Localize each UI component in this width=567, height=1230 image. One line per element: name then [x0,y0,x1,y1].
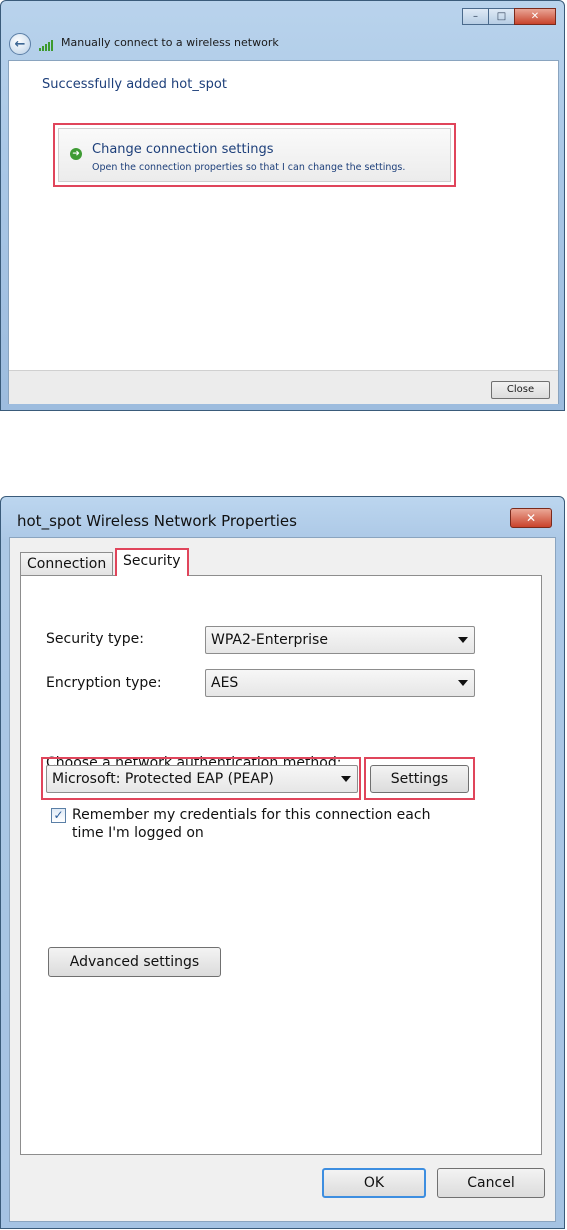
security-type-label: Security type: [46,631,144,647]
command-link-title: Change connection settings [92,142,274,157]
auth-method-select[interactable]: Microsoft: Protected EAP (PEAP) [46,765,358,793]
minimize-button[interactable]: – [462,8,489,25]
remember-credentials-label: Remember my credentials for this connect… [72,806,430,842]
auth-method-value: Microsoft: Protected EAP (PEAP) [52,771,274,787]
back-arrow-icon[interactable]: ← [9,33,31,55]
encryption-type-value: AES [211,675,239,691]
encryption-type-select[interactable]: AES [205,669,475,697]
wizard-content: Successfully added hot_spot ➜ Change con… [8,60,559,404]
connect-wizard-window: – □ ✕ ← Manually connect to a wireless n… [0,0,565,411]
success-message: Successfully added hot_spot [42,77,227,92]
change-connection-settings-link[interactable]: ➜ Change connection settings Open the co… [58,128,451,182]
settings-button[interactable]: Settings [370,765,469,793]
ok-button[interactable]: OK [322,1168,426,1198]
dropdown-arrow-icon [341,776,351,782]
wireless-signal-icon [39,37,55,51]
security-tab-panel: Security type: WPA2-Enterprise Encryptio… [20,575,542,1155]
remember-line-2: time I'm logged on [72,825,204,841]
cancel-button[interactable]: Cancel [437,1168,545,1198]
green-arrow-icon: ➜ [70,148,82,160]
dropdown-arrow-icon [458,637,468,643]
security-type-value: WPA2-Enterprise [211,632,328,648]
properties-title: hot_spot Wireless Network Properties [17,512,297,530]
encryption-type-label: Encryption type: [46,675,162,691]
command-link-description: Open the connection properties so that I… [92,162,406,173]
wizard-title: Manually connect to a wireless network [61,36,279,49]
tab-security[interactable]: Security [115,548,189,576]
change-connection-settings-highlight: ➜ Change connection settings Open the co… [53,123,456,187]
maximize-button[interactable]: □ [488,8,515,25]
tab-connection[interactable]: Connection [20,552,114,575]
dropdown-arrow-icon [458,680,468,686]
network-properties-window: hot_spot Wireless Network Properties ✕ C… [0,496,565,1229]
caption-buttons: – □ ✕ [462,8,556,25]
remember-credentials-checkbox[interactable]: ✓ [51,808,66,823]
checkmark-icon: ✓ [53,808,64,822]
remember-line-1: Remember my credentials for this connect… [72,807,431,823]
security-type-select[interactable]: WPA2-Enterprise [205,626,475,654]
properties-client-area: Connection Security Security type: WPA2-… [9,537,556,1222]
window-close-button[interactable]: ✕ [514,8,556,25]
properties-close-button[interactable]: ✕ [510,508,552,528]
wizard-footer: Close [9,370,558,404]
close-button[interactable]: Close [491,381,550,399]
advanced-settings-button[interactable]: Advanced settings [48,947,221,977]
